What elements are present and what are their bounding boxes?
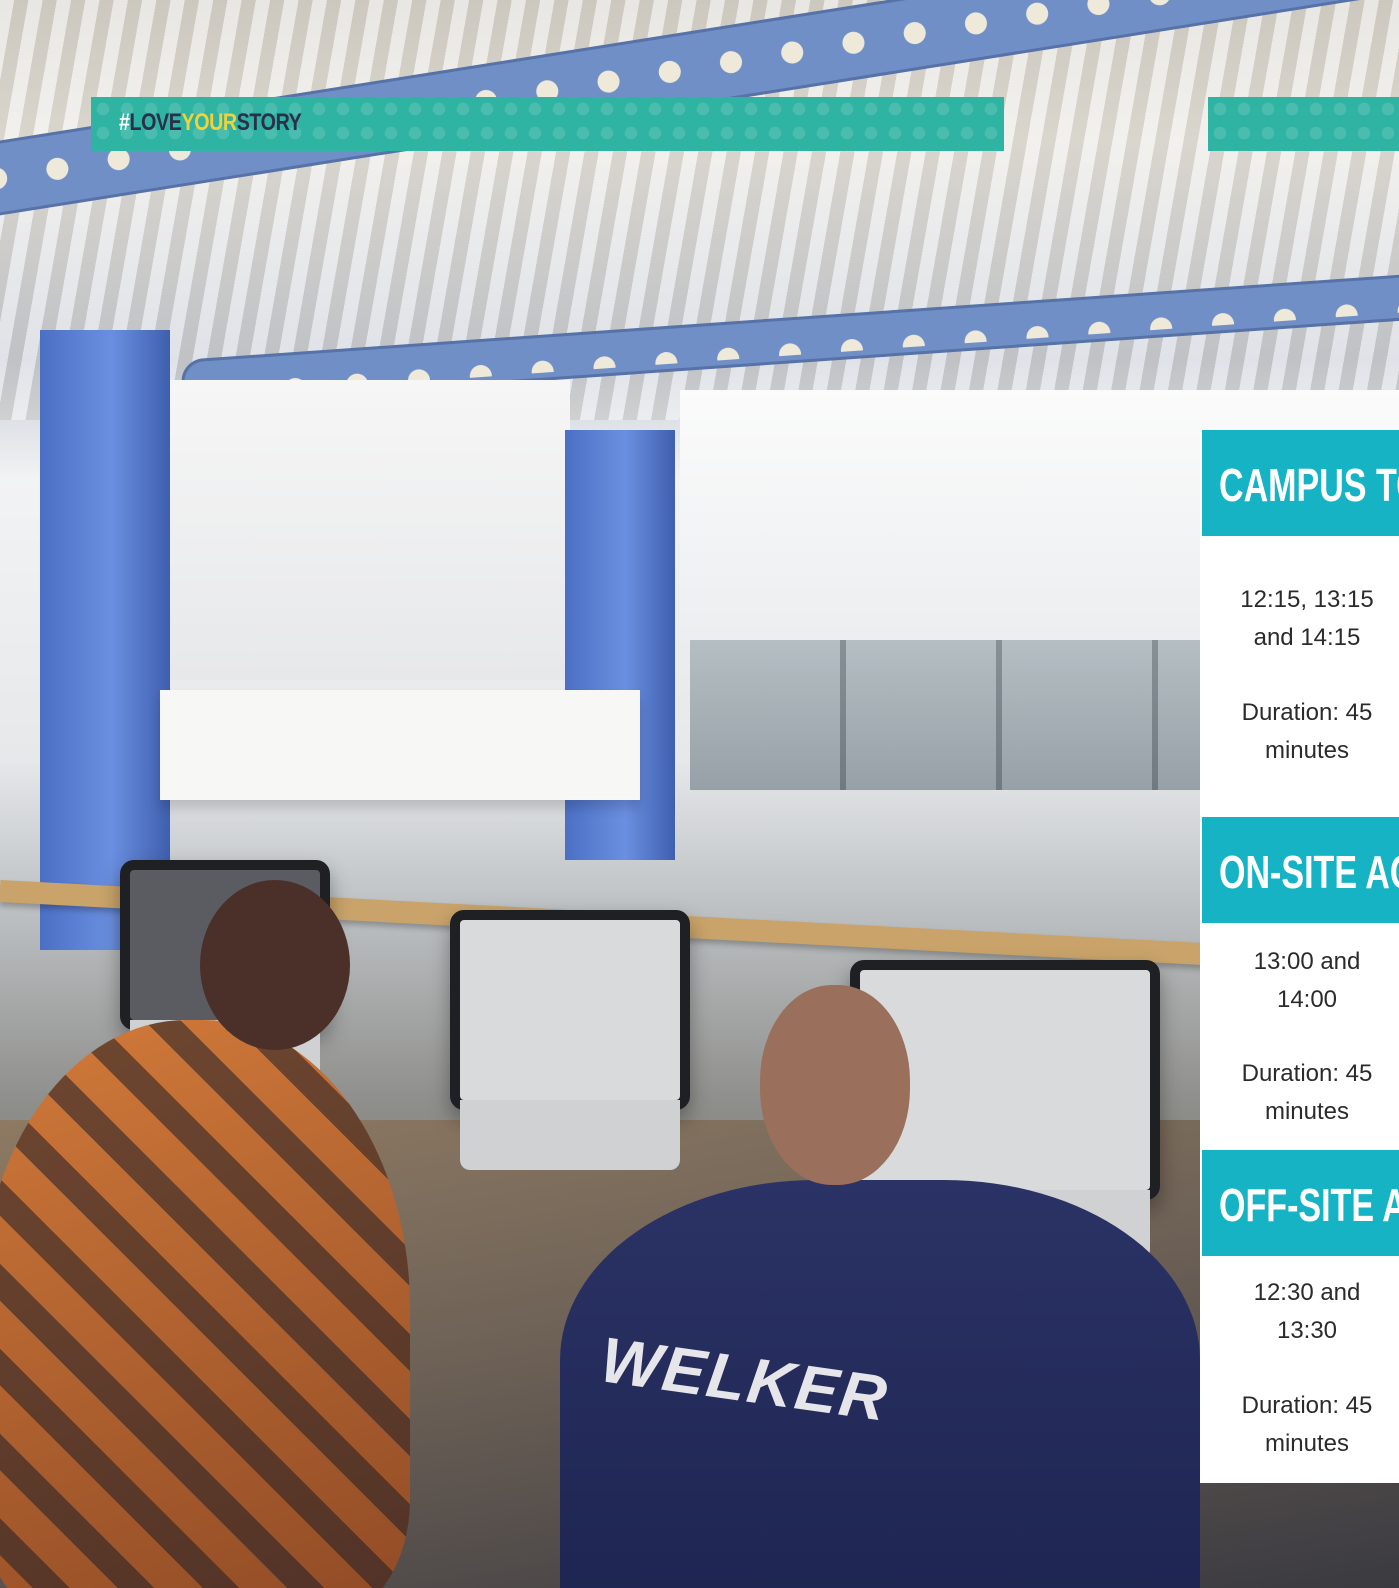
- hashtag-story: STORY: [236, 109, 302, 136]
- section-times: 12:15, 13:15 and 14:15: [1240, 586, 1374, 651]
- section-header-on-site: ON-SITE AC: [1202, 817, 1399, 923]
- tour-info-panel: CAMPUS TO 12:15, 13:15 and 14:15 Duratio…: [1200, 430, 1399, 1483]
- section-times: 13:00 and 14:00: [1253, 948, 1361, 1013]
- section-duration: Duration: 45 minutes: [1241, 1060, 1373, 1125]
- hashtag[interactable]: #LOVEYOURSTORY: [119, 109, 302, 137]
- section-title: CAMPUS TO: [1219, 459, 1399, 511]
- blue-pillar: [40, 330, 170, 950]
- computer-monitor: [450, 910, 690, 1170]
- page: WELKER #LOVEYOURSTORY CAMPUS TO 12:15, 1…: [0, 0, 1399, 1588]
- wall: [170, 380, 570, 680]
- section-title: ON-SITE AC: [1219, 846, 1399, 898]
- student-head: [760, 985, 910, 1185]
- section-duration: Duration: 45 minutes: [1241, 699, 1373, 764]
- hashtag-love: LOVE: [129, 109, 182, 136]
- section-title: OFF-SITE A: [1219, 1179, 1399, 1231]
- banner-right: [1208, 97, 1399, 151]
- student-head: [200, 880, 350, 1050]
- hashtag-hash: #: [119, 109, 130, 136]
- section-duration: Duration: 45 minutes: [1241, 1392, 1373, 1457]
- section-header-campus-tour: CAMPUS TO: [1202, 430, 1399, 536]
- student-plaid-shirt: [0, 1020, 410, 1588]
- background-photo: WELKER: [0, 0, 1399, 1588]
- section-times: 12:30 and 13:30: [1253, 1279, 1361, 1344]
- balcony: [160, 690, 640, 800]
- hashtag-banner: #LOVEYOURSTORY: [91, 97, 1004, 151]
- hashtag-your: YOUR: [181, 109, 237, 136]
- section-header-off-site: OFF-SITE A: [1202, 1150, 1399, 1256]
